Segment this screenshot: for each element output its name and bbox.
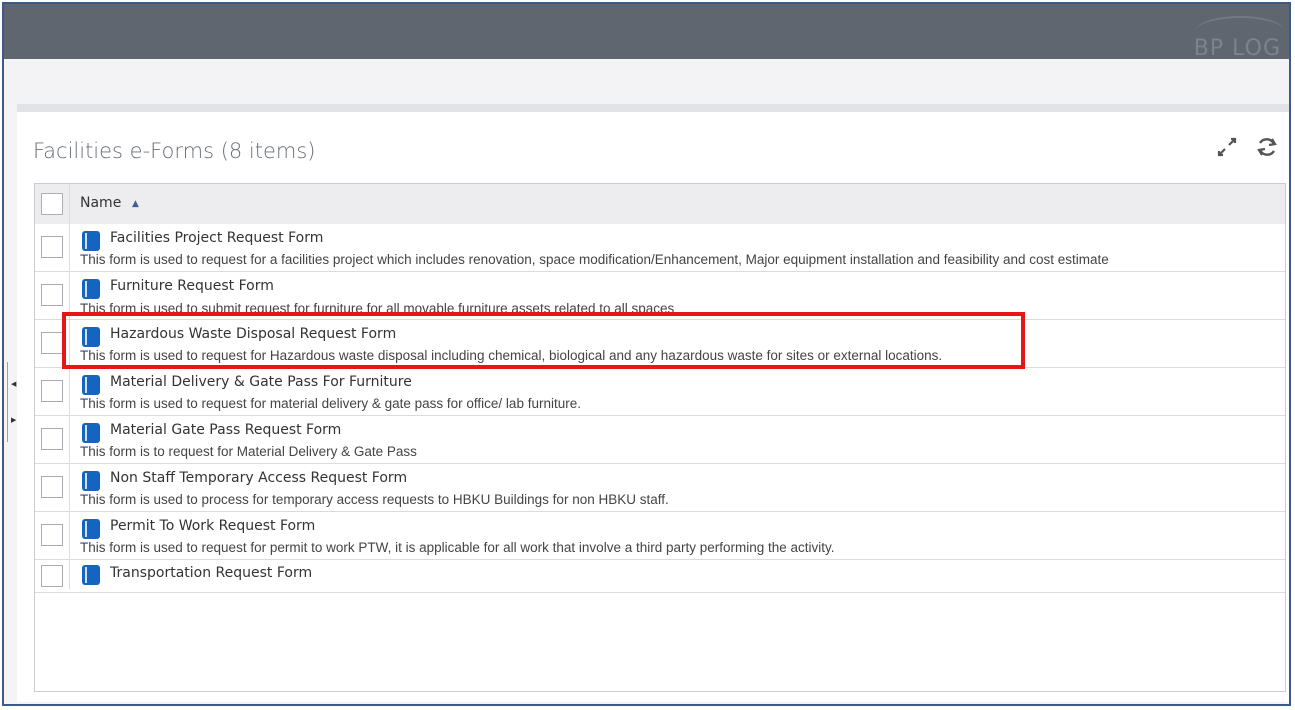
select-all-checkbox[interactable]	[41, 193, 63, 215]
table-row[interactable]: Permit To Work Request Form This form is…	[35, 512, 1285, 560]
row-checkbox[interactable]	[41, 524, 63, 546]
row-checkbox[interactable]	[41, 380, 63, 402]
row-checkbox[interactable]	[41, 236, 63, 258]
form-description: This form is used to request for a facil…	[80, 252, 1109, 267]
highlight-annotation	[62, 312, 1025, 369]
arrow-left-icon: ◀	[11, 380, 17, 388]
expand-icon[interactable]	[1213, 133, 1241, 161]
form-icon	[82, 471, 100, 491]
form-icon	[82, 565, 100, 585]
form-name[interactable]: Transportation Request Form	[110, 565, 312, 581]
form-icon	[82, 375, 100, 395]
row-checkbox[interactable]	[41, 476, 63, 498]
form-icon	[82, 279, 100, 299]
form-name[interactable]: Material Delivery & Gate Pass For Furnit…	[110, 374, 412, 390]
form-description: This form is used to request for permit …	[80, 540, 835, 555]
table-row[interactable]: Material Delivery & Gate Pass For Furnit…	[35, 368, 1285, 416]
form-name[interactable]: Permit To Work Request Form	[110, 518, 315, 534]
page-title: Facilities e-Forms (8 items)	[33, 139, 316, 163]
arrow-right-icon: ▶	[11, 416, 17, 424]
logo: BP LOG	[1193, 36, 1281, 61]
form-icon	[82, 231, 100, 251]
form-name[interactable]: Non Staff Temporary Access Request Form	[110, 470, 407, 486]
form-description: This form is to request for Material Del…	[80, 444, 417, 459]
row-checkbox[interactable]	[41, 284, 63, 306]
form-description: This form is used to request for materia…	[80, 396, 581, 411]
forms-grid: Name ▲ Facilities Project Request Form T…	[34, 183, 1286, 692]
table-row[interactable]: Material Gate Pass Request Form This for…	[35, 416, 1285, 464]
column-divider	[69, 184, 70, 589]
refresh-icon[interactable]	[1253, 133, 1281, 161]
sub-bar	[4, 59, 1289, 104]
form-name[interactable]: Furniture Request Form	[110, 278, 274, 294]
panel-top-border	[17, 104, 1289, 112]
grid-header: Name ▲	[35, 184, 1285, 225]
form-name[interactable]: Facilities Project Request Form	[110, 230, 323, 246]
form-name[interactable]: Material Gate Pass Request Form	[110, 422, 341, 438]
row-checkbox[interactable]	[41, 332, 63, 354]
column-header-name[interactable]: Name	[80, 195, 121, 211]
sort-ascending-icon[interactable]: ▲	[132, 199, 139, 209]
form-icon	[82, 423, 100, 443]
table-row[interactable]: Non Staff Temporary Access Request Form …	[35, 464, 1285, 512]
row-checkbox[interactable]	[41, 565, 63, 587]
table-row[interactable]: Transportation Request Form	[35, 560, 1285, 593]
row-checkbox[interactable]	[41, 428, 63, 450]
form-description: This form is used to process for tempora…	[80, 492, 669, 507]
form-icon	[82, 519, 100, 539]
table-row[interactable]: Facilities Project Request Form This for…	[35, 224, 1285, 272]
collapse-handle[interactable]: ◀ ▶	[7, 362, 16, 442]
top-bar: BP LOG	[4, 4, 1289, 61]
